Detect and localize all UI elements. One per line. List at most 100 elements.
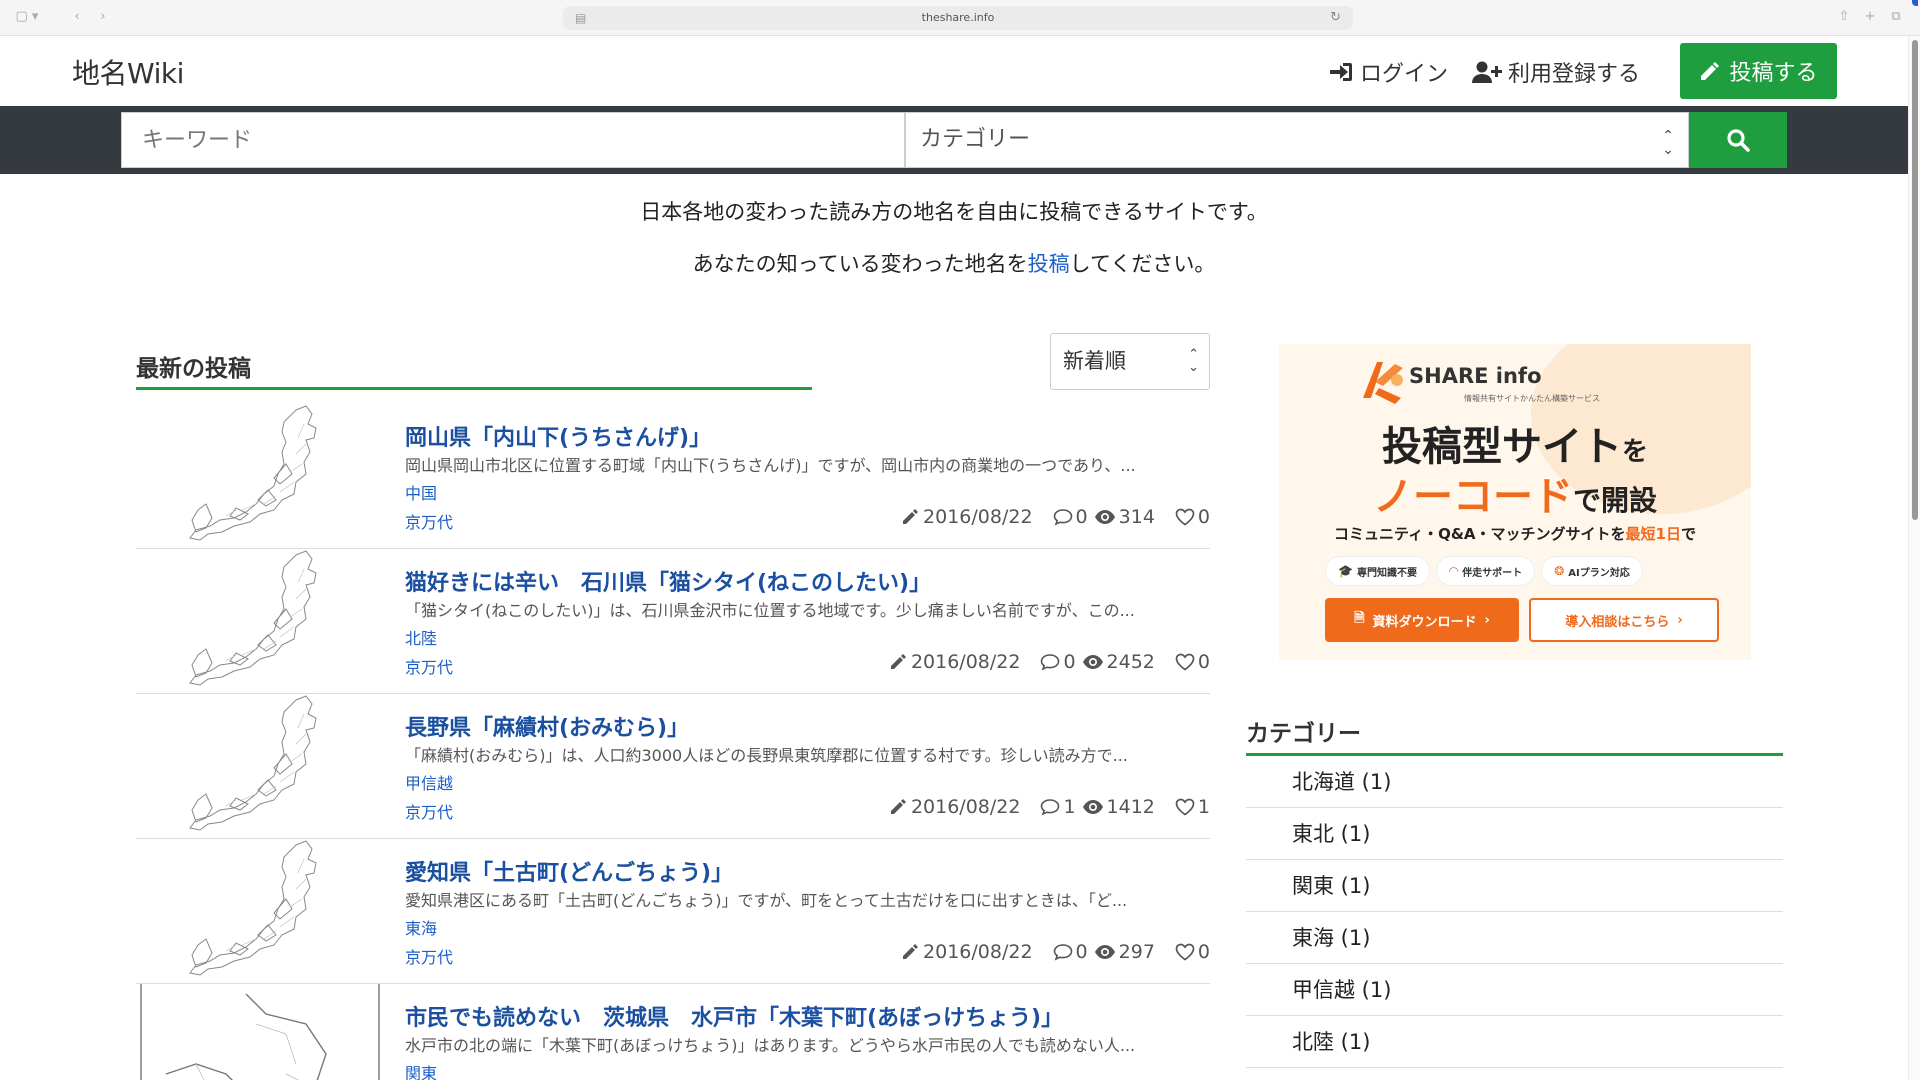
post-button[interactable]: 投稿する — [1680, 43, 1837, 99]
category-item[interactable]: 北海道 (1) — [1246, 756, 1783, 808]
post-meta: 2016/08/22 0 297 0 — [902, 941, 1210, 963]
post-description: 「猫シタイ(ねこのしたい)」は、石川県金沢市に位置する地域です。少し痛ましい名前… — [405, 601, 1135, 620]
post-title-link[interactable]: 猫好きには辛い 石川県「猫シタイ(ねこのしたい)」 — [405, 565, 931, 597]
post-likes-count: 0 — [1197, 506, 1210, 528]
post-likes-count: 1 — [1197, 796, 1210, 818]
post-likes-count: 0 — [1197, 651, 1210, 673]
page-scrollbar[interactable] — [1908, 36, 1920, 1080]
post-title-link[interactable]: 長野県「麻績村(おみむら)」 — [405, 710, 689, 742]
share-icon[interactable]: ⇧ — [1834, 8, 1854, 26]
graduation-cap-icon: 🎓 — [1338, 564, 1353, 578]
category-item[interactable]: 北陸 (1) — [1246, 1016, 1783, 1068]
section-divider — [136, 387, 812, 390]
site-header: 地名Wiki ログイン 利用登録する 投稿する — [0, 36, 1908, 106]
intro-text-after: してください。 — [1069, 252, 1216, 276]
post-button-label: 投稿する — [1729, 61, 1818, 86]
post-description: 「麻績村(おみむら)」は、人口約3000人ほどの長野県東筑摩郡に位置する村です。… — [405, 746, 1128, 765]
reload-icon[interactable]: ↻ — [1330, 6, 1341, 30]
intro-post-link[interactable]: 投稿 — [1028, 252, 1070, 276]
post-thumbnail-map[interactable] — [136, 839, 384, 984]
search-button[interactable] — [1689, 112, 1787, 168]
ad-chip-label: 伴走サポート — [1462, 567, 1523, 579]
ad-download-label: 資料ダウンロード — [1372, 614, 1477, 630]
post-thumbnail-map[interactable] — [136, 694, 384, 839]
eye-icon — [1082, 800, 1103, 814]
post-likes[interactable]: 1 — [1175, 796, 1210, 818]
post-author-link[interactable]: 京万代 — [405, 509, 453, 533]
scrollbar-thumb[interactable] — [1912, 40, 1918, 520]
post-comments: 1 — [1040, 796, 1076, 818]
category-item[interactable]: 東海 (1) — [1246, 912, 1783, 964]
new-tab-icon[interactable]: + — [1860, 8, 1880, 26]
post-category-link[interactable]: 中国 — [405, 480, 437, 504]
post-views-count: 314 — [1118, 506, 1155, 528]
sidebar-toggle-icon[interactable]: ▢ ▾ — [10, 8, 44, 26]
register-label: 利用登録する — [1508, 62, 1641, 87]
forward-icon[interactable]: › — [92, 8, 114, 26]
ad-banner[interactable]: SHARE info 情報共有サイトかんたん構築サービス 投稿型サイトを ノーコ… — [1279, 344, 1751, 660]
post-title-link[interactable]: 岡山県「内山下(うちさんげ)」 — [405, 420, 711, 452]
post-views-count: 297 — [1118, 941, 1155, 963]
post-category-link[interactable]: 関東 — [405, 1060, 437, 1080]
post-description: 愛知県港区にある町「土古町(どんごちょう)」ですが、町をとって土古だけを口に出す… — [405, 891, 1128, 910]
post-views: 1412 — [1082, 796, 1155, 818]
user-plus-icon — [1472, 61, 1502, 83]
post-author-link[interactable]: 京万代 — [405, 654, 453, 678]
post-likes[interactable]: 0 — [1175, 506, 1210, 528]
pencil-icon — [890, 654, 906, 669]
search-icon — [1727, 129, 1750, 152]
post-author-link[interactable]: 京万代 — [405, 799, 453, 823]
back-icon[interactable]: ‹ — [66, 8, 88, 26]
category-item[interactable]: 東北 (1) — [1246, 808, 1783, 860]
post-category-link[interactable]: 東海 — [405, 915, 437, 939]
post-item[interactable]: 岡山県「内山下(うちさんげ)」 岡山県岡山市北区に位置する町域「内山下(うちさん… — [136, 404, 1210, 549]
register-link[interactable]: 利用登録する — [1472, 56, 1640, 88]
ad-chip-label: AIプラン対応 — [1568, 567, 1630, 579]
chevron-right-icon: › — [1484, 612, 1490, 628]
post-item[interactable]: 愛知県「土古町(どんごちょう)」 愛知県港区にある町「土古町(どんごちょう)」で… — [136, 839, 1210, 984]
pencil-icon — [890, 799, 906, 814]
ad-consult-label: 導入相談はこちら — [1565, 614, 1670, 630]
ad-chip: ◠ 伴走サポート — [1435, 556, 1536, 586]
ad-headline-2-main: ノーコード — [1372, 474, 1573, 520]
post-title-link[interactable]: 市民でも読めない 茨城県 水戸市「木葉下町(あぼっけちょう)」 — [405, 1000, 1063, 1032]
address-bar[interactable]: ▤ theshare.info ↻ — [563, 6, 1353, 30]
post-date-text: 2016/08/22 — [923, 506, 1033, 528]
share-info-logo — [1363, 362, 1403, 404]
ad-chip: 🎓 専門知識不要 — [1325, 556, 1430, 586]
heart-icon — [1175, 798, 1195, 816]
post-likes[interactable]: 0 — [1175, 941, 1210, 963]
login-link[interactable]: ログイン — [1328, 56, 1448, 88]
post-item[interactable]: 長野県「麻績村(おみむら)」 「麻績村(おみむら)」は、人口約3000人ほどの長… — [136, 694, 1210, 839]
category-select[interactable]: カテゴリー ⌃ ⌄ — [905, 112, 1689, 168]
tabs-overview-icon[interactable]: ⧉ — [1886, 8, 1906, 26]
post-item[interactable]: 市民でも読めない 茨城県 水戸市「木葉下町(あぼっけちょう)」 水戸市の北の端に… — [136, 984, 1210, 1080]
post-author-link[interactable]: 京万代 — [405, 944, 453, 968]
browser-chrome: ▢ ▾ ‹ › ▤ theshare.info ↻ ⇧ + ⧉ — [0, 0, 1920, 36]
sort-select[interactable]: 新着順 ⌃ ⌄ — [1050, 333, 1210, 390]
post-title-link[interactable]: 愛知県「土古町(どんごちょう)」 — [405, 855, 733, 887]
post-thumbnail-map[interactable] — [136, 549, 384, 694]
intro-text-before: あなたの知っている変わった地名を — [692, 252, 1028, 276]
heart-icon — [1175, 943, 1195, 961]
ad-consult-button[interactable]: 導入相談はこちら › — [1529, 598, 1719, 642]
post-thumbnail-map[interactable] — [136, 984, 384, 1080]
ad-headline-1-suffix: を — [1621, 437, 1648, 467]
post-likes[interactable]: 0 — [1175, 651, 1210, 673]
category-item[interactable]: 関東 (1) — [1246, 860, 1783, 912]
post-thumbnail-map[interactable] — [136, 404, 384, 549]
post-item[interactable]: 猫好きには辛い 石川県「猫シタイ(ねこのしたい)」 「猫シタイ(ねこのしたい)」… — [136, 549, 1210, 694]
post-category-link[interactable]: 甲信越 — [405, 770, 453, 794]
keyword-input[interactable] — [121, 112, 905, 168]
ad-download-button[interactable]: 🗎 資料ダウンロード › — [1325, 598, 1519, 642]
pencil-icon — [903, 509, 919, 524]
ad-headline-2-suffix: で開設 — [1572, 484, 1657, 517]
post-date-text: 2016/08/22 — [923, 941, 1033, 963]
login-label: ログイン — [1360, 62, 1449, 87]
page-icon: ▤ — [575, 11, 587, 25]
ad-brand: SHARE info — [1409, 364, 1542, 388]
ad-chip: ❂ AIプラン対応 — [1541, 556, 1643, 586]
site-logo[interactable]: 地名Wiki — [72, 52, 184, 92]
post-category-link[interactable]: 北陸 — [405, 625, 437, 649]
category-item[interactable]: 甲信越 (1) — [1246, 964, 1783, 1016]
